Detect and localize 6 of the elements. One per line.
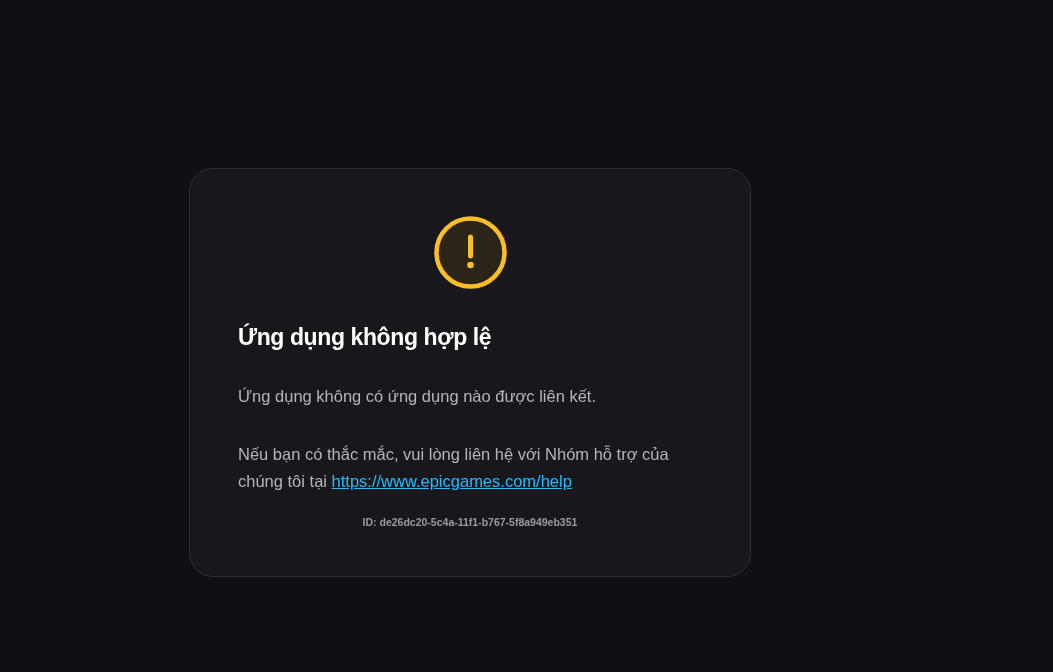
help-text: Nếu bạn có thắc mắc, vui lòng liên hệ với Nhóm hỗ trợ của chúng tôi tại https://www.epicgames.com/help bbox=[238, 444, 670, 492]
help-link[interactable]: https://www.epicgames.com/help bbox=[331, 472, 572, 490]
error-message: Ứng dụng không có ứng dụng nào được liên kết. bbox=[238, 386, 597, 407]
error-id: ID: de26dc20-5c4a-11f1-b767-5f8a949eb351 bbox=[361, 515, 579, 530]
warning-icon bbox=[433, 216, 507, 289]
error-title: Ứng dụng không hợp lệ bbox=[238, 322, 493, 352]
